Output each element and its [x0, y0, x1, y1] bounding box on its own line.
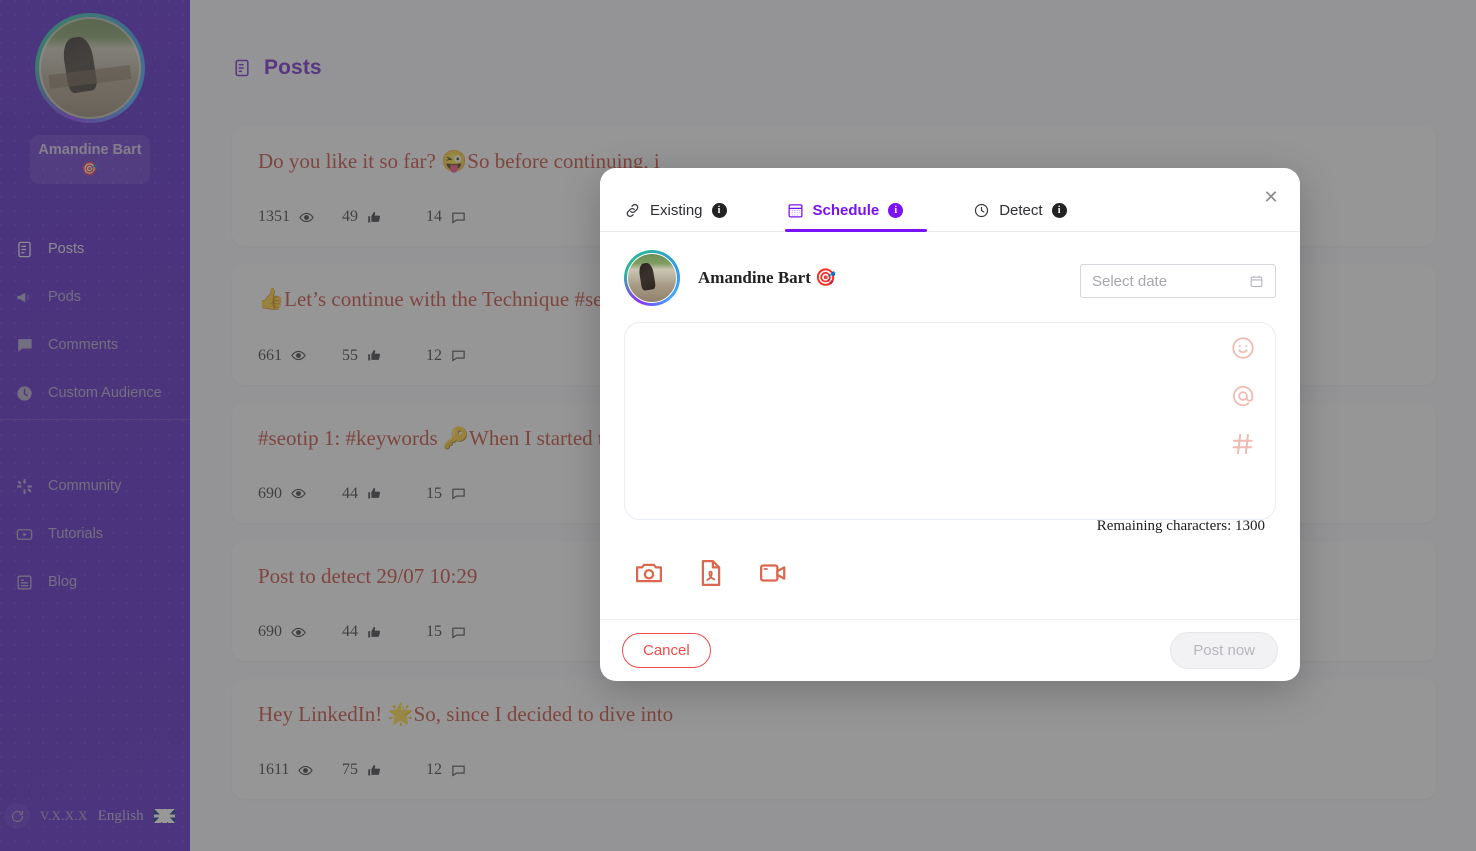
date-picker-placeholder: Select date: [1092, 272, 1168, 290]
info-badge[interactable]: i: [888, 203, 904, 218]
avatar-image: [627, 253, 677, 303]
post-textarea[interactable]: [625, 323, 1275, 519]
clock-icon: [973, 202, 990, 219]
camera-icon[interactable]: [634, 558, 664, 588]
modal-tabs: Existing i Schedule i Detect i: [600, 168, 1300, 232]
avatar: [624, 250, 680, 306]
hashtag-icon[interactable]: [1230, 431, 1256, 457]
schedule-post-modal: ✕ Existing i Schedule i Detect i Amandin…: [600, 168, 1300, 681]
modal-footer: Cancel Post now: [600, 619, 1300, 681]
info-badge[interactable]: i: [711, 203, 727, 218]
tab-label: Schedule: [812, 202, 880, 219]
video-camera-icon[interactable]: [758, 558, 788, 588]
info-badge[interactable]: i: [1051, 203, 1067, 218]
tab-label: Detect: [999, 202, 1043, 219]
pdf-file-icon[interactable]: [696, 558, 726, 588]
mention-at-icon[interactable]: [1230, 383, 1256, 409]
editor-tools: [1219, 335, 1267, 457]
app-root: Amandine Bart 🎯 Posts Pods: [0, 0, 1476, 851]
modal-author-row: Amandine Bart 🎯 Select date: [600, 232, 1300, 306]
tab-schedule[interactable]: Schedule i: [784, 202, 927, 232]
author-name: Amandine Bart 🎯: [698, 268, 837, 287]
cancel-button[interactable]: Cancel: [622, 633, 711, 668]
link-icon: [624, 202, 641, 219]
calendar-icon: [1250, 275, 1263, 287]
calendar-grid-icon: [787, 202, 804, 219]
tab-existing[interactable]: Existing i: [624, 202, 727, 231]
emoji-icon[interactable]: [1230, 335, 1256, 361]
remaining-characters: Remaining characters: 1300: [1096, 518, 1265, 534]
tab-detect[interactable]: Detect i: [973, 202, 1067, 231]
post-editor: Remaining characters: 1300: [624, 322, 1276, 534]
date-picker[interactable]: Select date: [1080, 264, 1276, 298]
post-now-button[interactable]: Post now: [1170, 632, 1278, 669]
tab-label: Existing: [650, 202, 703, 219]
